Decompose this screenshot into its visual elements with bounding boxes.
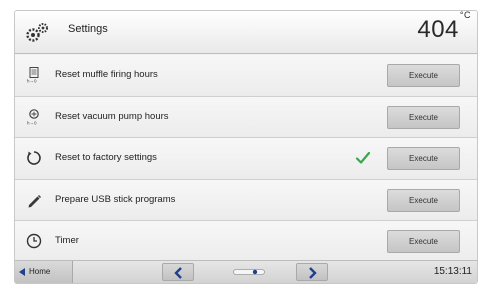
counter-icon: h→0 — [27, 67, 39, 84]
execute-button-factory-reset[interactable]: Execute — [387, 147, 460, 170]
setting-row-reset-vacuum: h→0 Reset vacuum pump hours Execute — [15, 96, 477, 138]
page-title: Settings — [68, 23, 108, 35]
home-arrow-icon — [19, 268, 25, 276]
row-label: Timer — [55, 235, 79, 246]
execute-button-usb-programs[interactable]: Execute — [387, 188, 460, 212]
clock-icon — [26, 233, 42, 249]
settings-screen: Settings 404°C h→0 Reset muffle firing h… — [14, 10, 478, 284]
chevron-left-icon — [174, 267, 182, 279]
vacuum-pump-icon: h→0 — [27, 108, 39, 125]
temperature-value: 404 — [417, 16, 459, 43]
gears-icon — [26, 23, 48, 42]
svg-text:h→0: h→0 — [27, 120, 37, 125]
setting-row-usb-programs: Prepare USB stick programs Execute — [15, 179, 477, 221]
reset-circle-icon — [27, 151, 41, 165]
setting-row-reset-muffle: h→0 Reset muffle firing hours Execute — [15, 55, 477, 97]
header-bar: Settings 404°C — [15, 11, 477, 54]
home-button[interactable]: Home — [15, 261, 73, 283]
row-label: Reset muffle firing hours — [55, 69, 158, 80]
execute-button-reset-vacuum[interactable]: Execute — [387, 105, 460, 129]
check-icon — [355, 151, 371, 164]
execute-button-timer[interactable]: Execute — [387, 230, 460, 253]
execute-button-reset-muffle[interactable]: Execute — [387, 64, 460, 87]
svg-text:h→0: h→0 — [27, 79, 37, 84]
page-indicator — [233, 269, 265, 275]
home-label: Home — [29, 267, 51, 276]
clock-display: 15:13:11 — [433, 266, 472, 277]
footer-bar: Home 15:13:11 — [15, 260, 477, 283]
temperature-readout: 404°C — [417, 11, 471, 44]
row-label: Prepare USB stick programs — [55, 193, 176, 205]
setting-row-timer: Timer Execute — [15, 221, 477, 263]
settings-list: h→0 Reset muffle firing hours Execute h→… — [15, 55, 477, 263]
previous-page-button[interactable] — [162, 263, 194, 281]
next-page-button[interactable] — [296, 263, 328, 281]
pen-icon — [28, 194, 41, 207]
setting-row-factory-reset: Reset to factory settings Execute — [15, 138, 477, 180]
chevron-right-icon — [309, 267, 317, 279]
temperature-unit: °C — [459, 10, 471, 20]
row-label: Reset to factory settings — [55, 152, 157, 163]
row-label: Reset vacuum pump hours — [55, 110, 169, 122]
